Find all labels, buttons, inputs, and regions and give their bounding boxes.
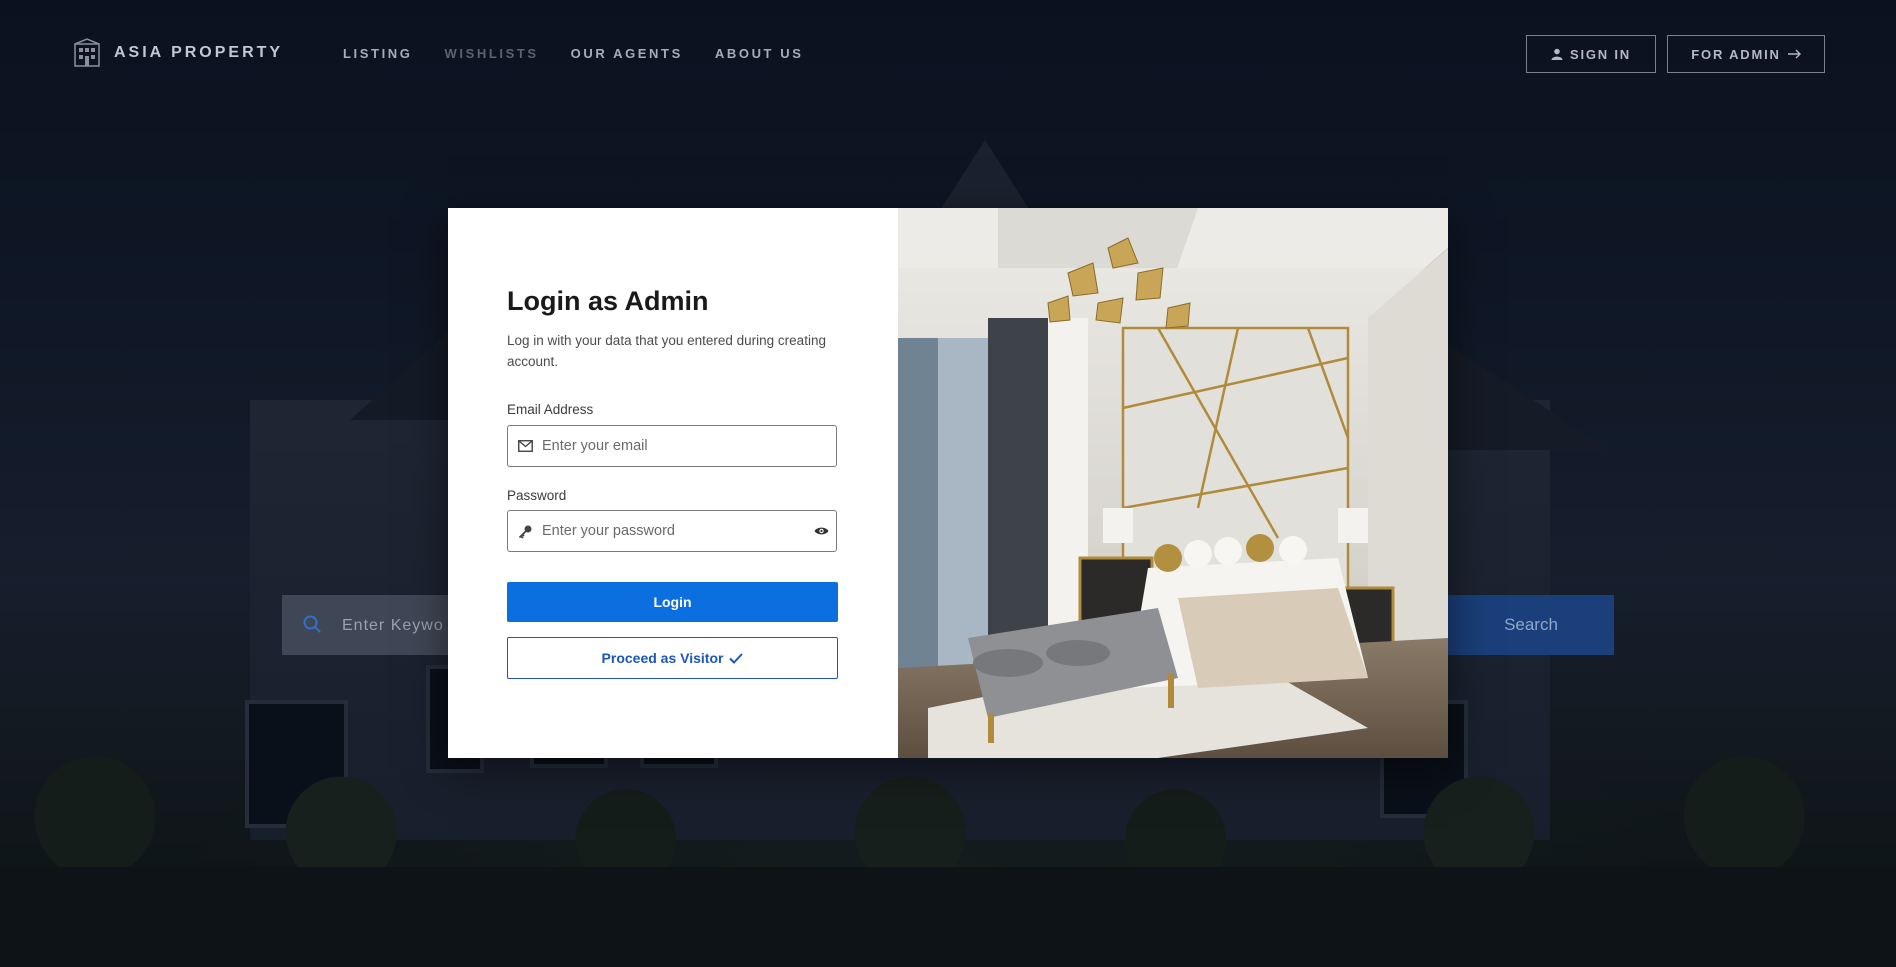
brand[interactable]: ASIA PROPERTY [72, 38, 283, 68]
nav-link-about-us[interactable]: ABOUT US [715, 46, 804, 61]
user-icon [1551, 48, 1563, 60]
password-label: Password [507, 488, 567, 503]
modal-description: Log in with your data that you entered d… [507, 333, 826, 369]
login-form-panel: Login as Admin Log in with your data tha… [448, 208, 898, 758]
nav-link-wishlists[interactable]: WISHLISTS [444, 46, 538, 61]
admin-login-modal: Login as Admin Log in with your data tha… [448, 208, 1448, 758]
proceed-as-visitor-button[interactable]: Proceed as Visitor [507, 637, 838, 679]
search-button[interactable]: Search [1448, 595, 1614, 655]
sign-in-label: SIGN IN [1570, 46, 1631, 62]
for-admin-label: FOR ADMIN [1691, 46, 1781, 62]
email-field[interactable] [507, 425, 837, 467]
nav-link-listing[interactable]: LISTING [343, 46, 412, 61]
building-icon [74, 38, 100, 67]
password-input[interactable] [542, 512, 806, 550]
modal-title: Login as Admin [507, 286, 709, 316]
nav-link-our-agents[interactable]: OUR AGENTS [571, 46, 683, 61]
login-button[interactable]: Login [507, 582, 838, 622]
bedroom-interior-image [898, 208, 1448, 758]
proceed-as-visitor-label: Proceed as Visitor [601, 650, 724, 666]
arrow-right-icon [1787, 49, 1801, 59]
nav-links: LISTING WISHLISTS OUR AGENTS ABOUT US [343, 46, 804, 61]
for-admin-button[interactable]: FOR ADMIN [1667, 35, 1825, 73]
brand-name: ASIA PROPERTY [114, 44, 284, 61]
eye-icon[interactable] [806, 526, 836, 536]
password-field[interactable] [507, 510, 837, 552]
check-icon [729, 652, 744, 664]
search-input[interactable] [340, 595, 444, 657]
email-input[interactable] [542, 427, 836, 465]
top-navigation: ASIA PROPERTY LISTING WISHLISTS OUR AGEN… [0, 0, 1896, 110]
search-icon [303, 615, 321, 633]
sign-in-button[interactable]: SIGN IN [1526, 35, 1656, 73]
bedroom-illustration [898, 208, 1448, 758]
key-icon [508, 524, 542, 539]
envelope-icon [508, 440, 542, 452]
email-label: Email Address [507, 402, 594, 417]
